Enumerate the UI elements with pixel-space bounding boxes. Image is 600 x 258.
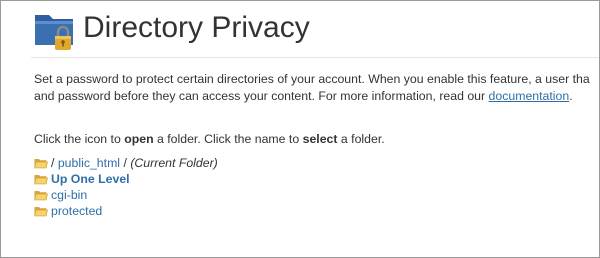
open-folder-icon[interactable] [34, 174, 48, 185]
header-divider [31, 57, 599, 58]
page-frame: Directory Privacy Set a password to prot… [0, 0, 600, 258]
instructions-open-word: open [124, 132, 154, 146]
folder-row-cgi-bin: cgi-bin [34, 187, 218, 203]
instructions-text: a folder. [337, 132, 385, 146]
path-separator: / [51, 156, 55, 170]
instructions-select-word: select [302, 132, 338, 146]
folder-link-protected[interactable]: protected [51, 203, 102, 219]
path-separator: / [123, 156, 127, 170]
folder-link-public-html[interactable]: public_html [58, 155, 120, 171]
open-folder-icon[interactable] [34, 158, 48, 169]
instructions-text: Click the icon to [34, 132, 125, 146]
current-folder-note: (Current Folder) [130, 156, 218, 170]
documentation-link[interactable]: documentation [489, 89, 570, 103]
description-line-2: and password before they can access your… [34, 88, 599, 105]
folder-lock-icon [35, 15, 73, 50]
instructions-text: a folder. Click the name to [153, 132, 303, 146]
page-title: Directory Privacy [83, 11, 310, 44]
folder-list: / public_html / (Current Folder) Up One … [34, 155, 218, 219]
page-header: Directory Privacy [31, 5, 599, 57]
page-description: Set a password to protect certain direct… [34, 71, 599, 105]
up-one-level-link[interactable]: Up One Level [51, 171, 130, 187]
folder-link-cgi-bin[interactable]: cgi-bin [51, 187, 87, 203]
open-folder-icon[interactable] [34, 206, 48, 217]
description-period: . [569, 89, 573, 103]
up-one-level-row: Up One Level [34, 171, 218, 187]
folder-row-protected: protected [34, 203, 218, 219]
description-line-1: Set a password to protect certain direct… [34, 72, 590, 86]
open-folder-icon[interactable] [34, 190, 48, 201]
current-folder-row: / public_html / (Current Folder) [34, 155, 218, 171]
folder-instructions: Click the icon to open a folder. Click t… [34, 131, 385, 147]
description-text: and password before they can access your… [34, 89, 489, 103]
